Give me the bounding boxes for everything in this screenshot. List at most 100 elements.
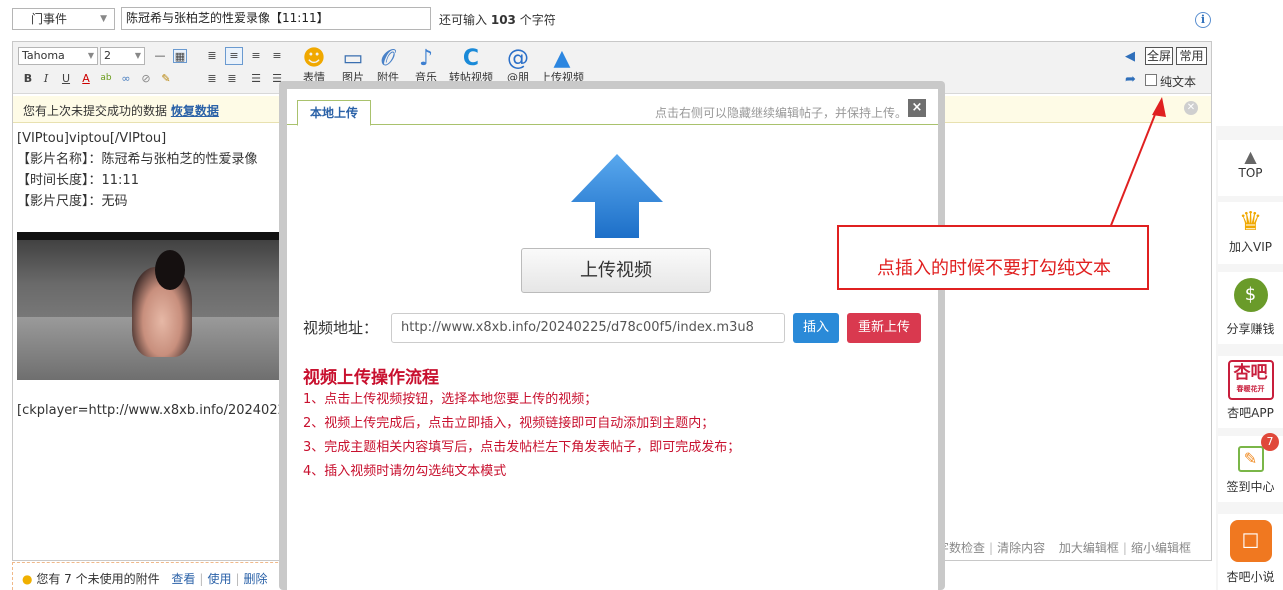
- ordered-list-icon[interactable]: ≣: [205, 72, 219, 86]
- enlarge-editor-link[interactable]: 加大编辑框: [1059, 541, 1119, 555]
- sidebar-label-app: 杏吧APP: [1227, 406, 1274, 420]
- editor-footer-links: 字数检查 | 清除内容 加大编辑框 | 缩小编辑框: [937, 541, 1191, 555]
- font-color-icon[interactable]: A: [79, 72, 93, 86]
- chevron-down-icon: ▼: [134, 51, 141, 60]
- fullscreen-button[interactable]: 全屏: [1145, 47, 1173, 65]
- char-hint-prefix: 还可输入: [439, 13, 488, 27]
- tab-local-upload[interactable]: 本地上传: [297, 100, 371, 126]
- ckplayer-tag: [ckplayer=http://www.x8xb.info/20240225/: [17, 403, 287, 418]
- indent-icon[interactable]: ☰: [249, 72, 263, 86]
- sidebar-item-app[interactable]: 杏吧 春暖花开 杏吧APP: [1218, 356, 1283, 428]
- close-icon[interactable]: ×: [908, 99, 926, 117]
- arrow-up-icon: ▲: [1244, 147, 1257, 166]
- image-button[interactable]: ▭ 图片: [338, 46, 368, 84]
- upload-video-icon: ▲: [553, 46, 571, 71]
- sidebar-item-novel[interactable]: ☐ 杏吧小说: [1218, 514, 1283, 590]
- plaintext-checkbox[interactable]: [1145, 74, 1157, 86]
- clear-content-link[interactable]: 清除内容: [997, 541, 1045, 555]
- recover-message: 您有上次未提交成功的数据 恢复数据: [23, 102, 219, 119]
- step-item: 4、插入视频时请勿勾选纯文本模式: [303, 464, 507, 479]
- lightbulb-icon: ●: [22, 572, 33, 586]
- emoji-button[interactable]: ☻ 表情: [299, 46, 329, 84]
- unordered-list-icon[interactable]: ≣: [225, 72, 239, 86]
- undo-icon[interactable]: ◀: [1125, 49, 1135, 64]
- money-bag-icon: $: [1233, 278, 1268, 312]
- reupload-button[interactable]: 重新上传: [847, 313, 921, 343]
- repost-video-button[interactable]: C 转帖视频: [445, 46, 497, 84]
- font-size-value: 2: [104, 49, 111, 62]
- title-input[interactable]: 陈冠希与张柏芝的性爱录像【11:11】: [121, 7, 431, 30]
- step-item: 2、视频上传完成后，点击立即插入，视频链接即可自动添加到主题内；: [303, 416, 715, 431]
- sidebar-label-novel: 杏吧小说: [1226, 570, 1275, 584]
- insert-button[interactable]: 插入: [793, 313, 839, 343]
- unlink-icon[interactable]: ⊘: [139, 72, 153, 86]
- attachment-notice: ● 您有 7 个未使用的附件 查看 | 使用 | 删除: [22, 572, 268, 586]
- font-size-select[interactable]: 2 ▼: [100, 47, 145, 65]
- crown-icon: ♛: [1238, 207, 1263, 237]
- align-justify-icon[interactable]: ≡: [225, 47, 243, 65]
- align-center-icon[interactable]: ≡: [249, 49, 263, 63]
- app-logo-text: 杏吧: [1233, 363, 1268, 383]
- char-hint-suffix: 个字符: [519, 13, 556, 27]
- back-to-top-button[interactable]: ▲ TOP: [1218, 140, 1283, 196]
- attachment-button[interactable]: 𝓞 附件: [373, 46, 403, 84]
- format-brush-icon[interactable]: ✎: [159, 72, 173, 86]
- italic-icon[interactable]: I: [39, 72, 53, 86]
- char-hint-count: 103: [490, 13, 516, 27]
- shrink-editor-link[interactable]: 缩小编辑框: [1131, 541, 1191, 555]
- bold-icon[interactable]: B: [21, 72, 35, 86]
- upload-video-button[interactable]: ▲ 上传视频: [536, 46, 588, 84]
- at-icon: @: [507, 46, 529, 71]
- video-url-label: 视频地址：: [303, 319, 379, 337]
- table-icon[interactable]: ▦: [173, 49, 187, 63]
- font-family-select[interactable]: Tahoma ▼: [18, 47, 98, 65]
- info-icon[interactable]: i: [1195, 12, 1211, 28]
- music-icon: ♪: [418, 46, 434, 71]
- sidebar-label-share: 分享赚钱: [1226, 322, 1275, 336]
- close-icon[interactable]: ✕: [1184, 101, 1198, 115]
- steps-title: 视频上传操作流程: [303, 368, 439, 388]
- post-type-select[interactable]: 门事件 ▼: [12, 8, 115, 30]
- align-right-icon[interactable]: ≡: [270, 49, 284, 63]
- sidebar-label-top: TOP: [1238, 166, 1263, 180]
- redo-icon[interactable]: ➦: [1125, 72, 1136, 87]
- recover-text: 您有上次未提交成功的数据: [23, 104, 168, 118]
- smiley-icon: ☻: [302, 46, 326, 71]
- annotation-arrow: [1107, 97, 1166, 234]
- char-count-hint: 还可输入 103 个字符: [439, 11, 556, 28]
- image-icon: ▭: [342, 46, 364, 71]
- attachment-count-text: 您有 7 个未使用的附件: [36, 572, 160, 586]
- upload-video-button[interactable]: 上传视频: [521, 248, 711, 293]
- video-figure-hair: [155, 250, 185, 290]
- sidebar-label-vip: 加入VIP: [1229, 240, 1272, 254]
- checkin-badge: 7: [1261, 433, 1279, 451]
- highlight-icon[interactable]: ab: [99, 71, 113, 85]
- link-icon[interactable]: ∞: [119, 72, 133, 86]
- sidebar-item-share[interactable]: $ 分享赚钱: [1218, 272, 1283, 344]
- attachment-delete-link[interactable]: 删除: [244, 572, 268, 586]
- upload-arrow-icon[interactable]: [571, 154, 663, 238]
- music-button[interactable]: ♪ 音乐: [411, 46, 441, 84]
- app-logo-icon: 杏吧 春暖花开: [1227, 360, 1274, 400]
- modal-hint: 点击右侧可以隐藏继续编辑帖子，并保持上传。: [655, 106, 908, 120]
- novel-icon: ☐: [1229, 520, 1272, 562]
- step-item: 1、点击上传视频按钮，选择本地您要上传的视频；: [303, 392, 598, 407]
- mention-button[interactable]: @ @朋: [503, 46, 533, 84]
- underline-icon[interactable]: U: [59, 72, 73, 86]
- chevron-down-icon: ▼: [100, 14, 107, 24]
- repost-video-icon: C: [462, 46, 480, 71]
- step-item: 3、完成主题相关内容填写后，点击发帖栏左下角发表帖子，即可完成发布；: [303, 440, 741, 455]
- horizontal-rule-icon[interactable]: —: [153, 49, 167, 63]
- video-url-input[interactable]: http://www.x8xb.info/20240225/d78c00f5/i…: [391, 313, 785, 343]
- annotation-text: 点插入的时候不要打勾纯文本: [877, 258, 1111, 279]
- chevron-down-icon: ▼: [87, 51, 94, 60]
- recover-data-link[interactable]: 恢复数据: [171, 104, 219, 118]
- sidebar-item-vip[interactable]: ♛ 加入VIP: [1218, 202, 1283, 264]
- common-button[interactable]: 常用: [1176, 47, 1207, 65]
- attachment-view-link[interactable]: 查看: [171, 572, 195, 586]
- editor-content[interactable]: [VIPtou]viptou[/VIPtou] 【影片名称】：陈冠希与张柏芝的性…: [17, 128, 258, 212]
- align-left-icon[interactable]: ≣: [205, 49, 219, 63]
- paperclip-icon: 𝓞: [381, 46, 395, 71]
- pencil-icon: ✎: [1237, 446, 1264, 472]
- attachment-use-link[interactable]: 使用: [207, 572, 231, 586]
